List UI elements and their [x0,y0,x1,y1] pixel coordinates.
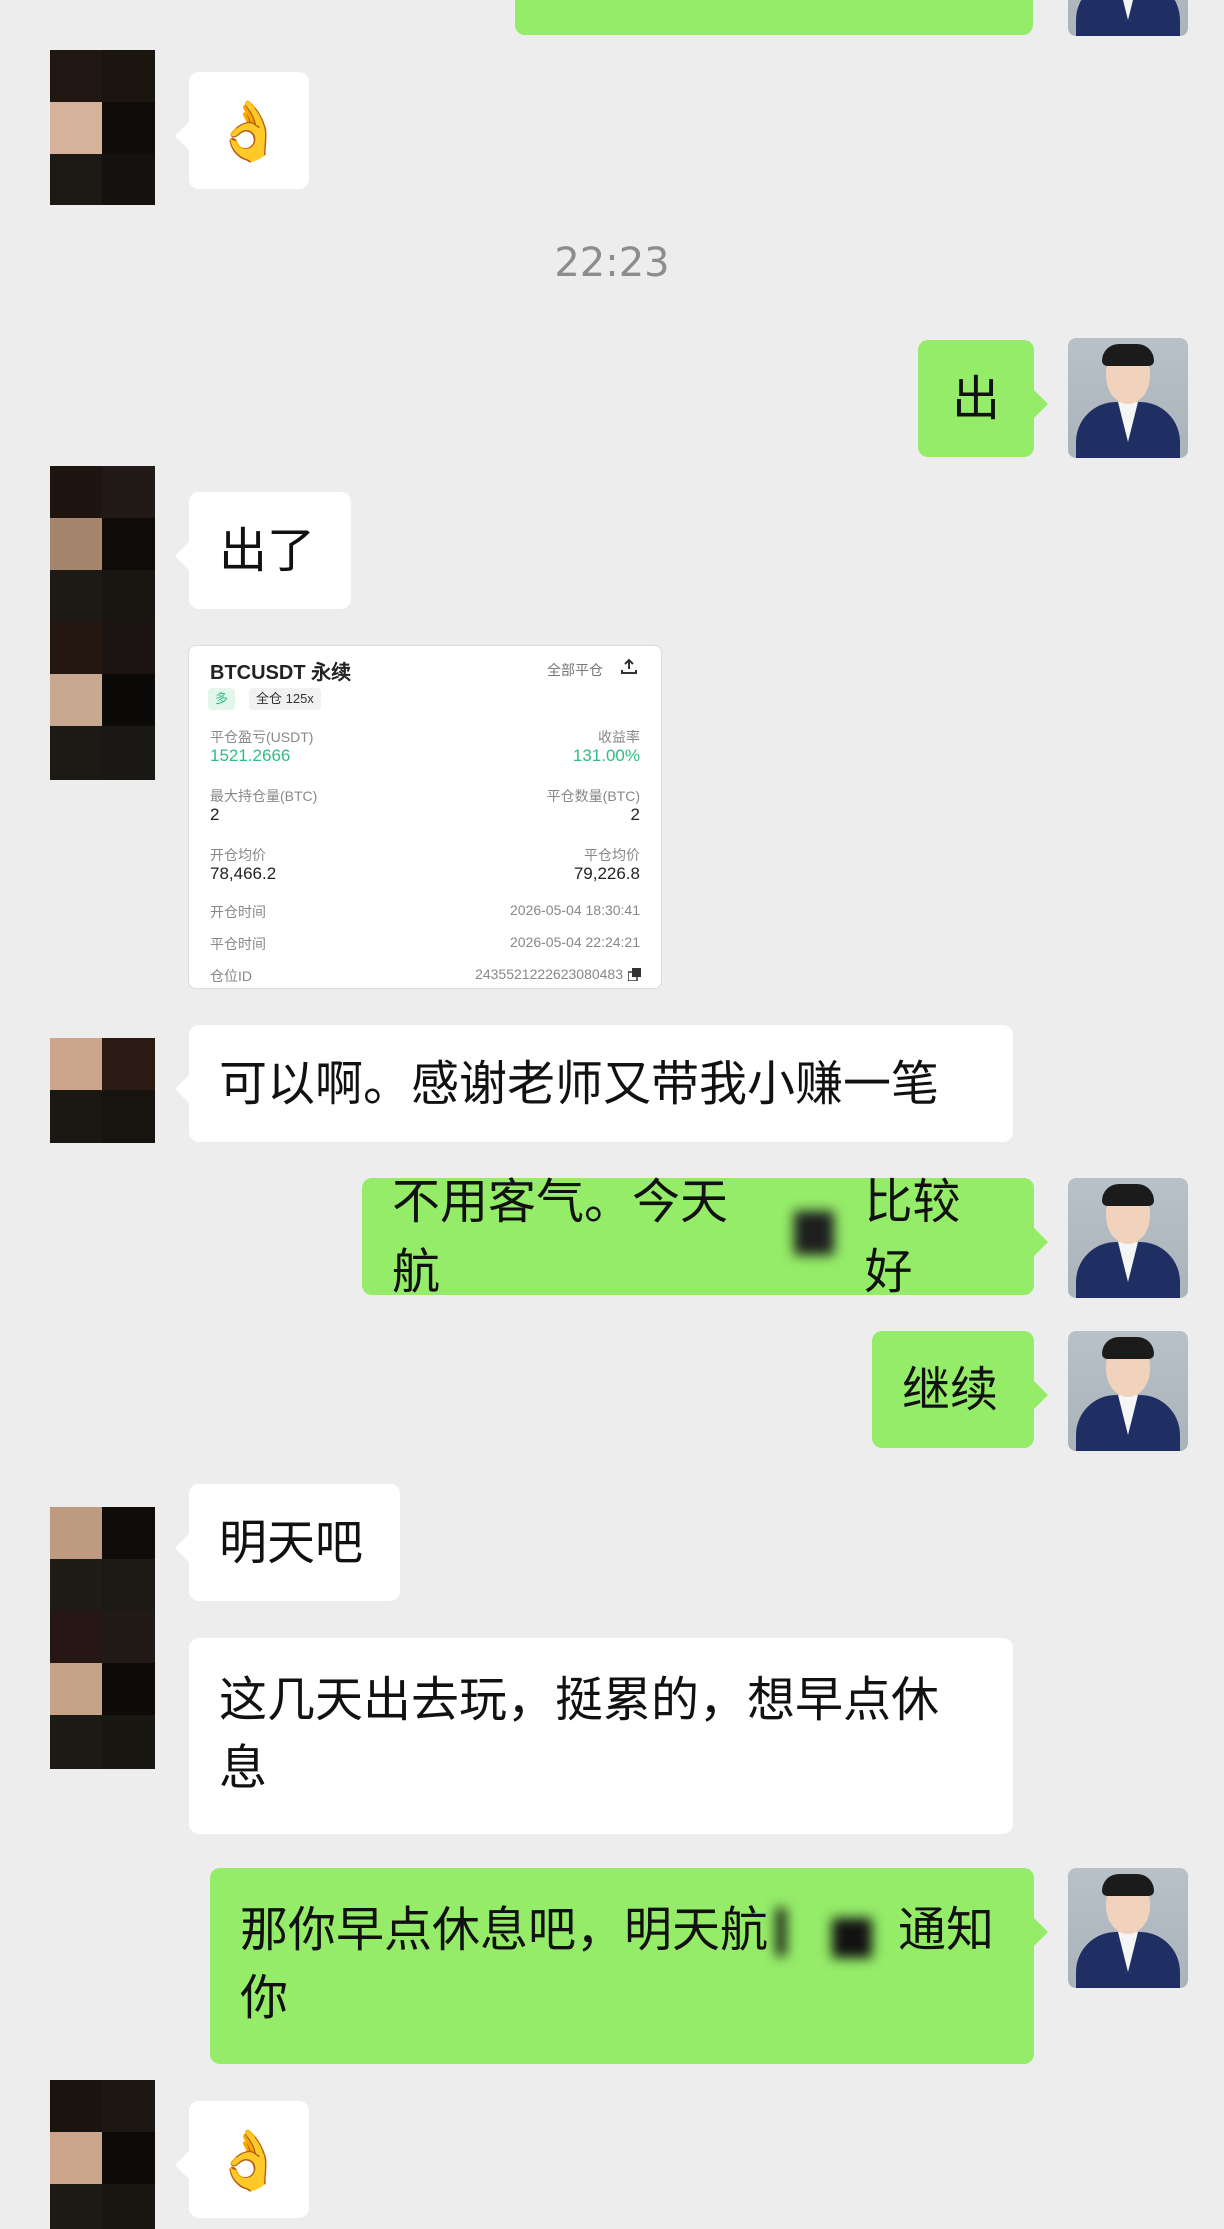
message-bubble-outgoing[interactable]: 不用客气。今天航 比较好 [362,1174,1048,1300]
roi-label: 收益率 [598,729,640,745]
avatar-self[interactable] [1068,1331,1188,1451]
close-time-value: 2026-05-04 22:24:21 [510,934,640,950]
message-bubble-outgoing[interactable]: 那你早点休息吧，明天航 通知 你 [210,1868,1048,2064]
message-bubble-incoming[interactable]: 👌 [175,72,309,189]
avatar-self[interactable] [1068,1868,1188,1988]
message-text: 那你早点休息吧，明天航 [240,1902,769,1958]
close-avg-value: 79,226.8 [573,864,640,883]
redacted-text [764,1207,865,1267]
avatar-contact[interactable] [50,1038,155,1143]
close-qty-value: 2 [630,805,640,824]
message-bubble-incoming[interactable]: 这几天出去玩，挺累的，想早点休 息 [189,1638,1013,1834]
tag-margin: 全仓 125x [249,688,321,710]
message-bubble-incoming[interactable]: 👌 [175,2101,309,2218]
close-avg-label: 平仓均价 [584,847,640,863]
roi-value: 131.00% [572,746,640,765]
message-text: 不用客气。今天航 [392,1173,729,1300]
message-text: 通知 [898,1902,995,1958]
open-time-value: 2026-05-04 18:30:41 [510,902,640,918]
card-title: BTCUSDT 永续 [210,662,352,684]
avatar-contact[interactable] [50,466,155,780]
trade-screenshot-card[interactable]: BTCUSDT 永续 全部平仓 多 全仓 125x 平仓盈亏(USDT) 152… [188,645,662,989]
open-avg-label: 开仓均价 [210,847,266,863]
message-bubble-outgoing[interactable]: 出 [918,340,1048,457]
message-timestamp: 22:23 [554,240,670,286]
message-line: 那你早点休息吧，明天航 通知 [240,1896,994,1964]
message-text-line: 这几天出去玩，挺累的，想早点休 [219,1672,940,1728]
ok-hand-emoji: 👌 [212,2125,286,2194]
pnl-label: 平仓盈亏(USDT) [210,729,314,745]
message-text: 比较好 [864,1173,961,1300]
avatar-contact[interactable] [50,2080,155,2229]
position-id-label: 仓位ID [210,968,252,984]
avatar-self[interactable] [1068,338,1188,458]
open-time-label: 开仓时间 [210,904,266,920]
open-avg-value: 78,466.2 [210,864,277,883]
message-text: 明天吧 [219,1514,364,1571]
close-all-label: 全部平仓 [547,662,603,678]
message-text-line: 你 [240,1970,289,2026]
close-time-label: 平仓时间 [210,936,266,952]
message-bubble-outgoing[interactable]: 继续 [872,1331,1048,1448]
pnl-value: 1521.2666 [210,746,291,765]
share-icon [619,656,639,681]
message-bubble-incoming[interactable]: 可以啊。感谢老师又带我小赚一笔 [175,1025,1013,1142]
tag-long: 多 [208,688,236,710]
position-id-value: 2435521222623080483 [475,966,623,982]
copy-icon[interactable] [627,968,641,986]
message-text: 出了 [219,522,316,579]
message-text: 继续 [902,1361,999,1418]
message-bubble-incoming[interactable]: 出了 [175,492,351,609]
avatar-contact[interactable] [50,50,155,205]
message-text-line: 息 [219,1740,268,1796]
close-qty-label: 平仓数量(BTC) [546,788,640,804]
max-position-label: 最大持仓量(BTC) [210,788,318,804]
redacted-text [768,1900,898,1960]
avatar-contact[interactable] [50,1507,155,1769]
message-text: 出 [951,370,1000,427]
message-text: 可以啊。感谢老师又带我小赚一笔 [219,1055,940,1112]
max-position-value: 2 [210,805,220,824]
avatar-self[interactable] [1068,1178,1188,1298]
message-bubble-outgoing-partial[interactable] [515,0,1033,35]
ok-hand-emoji: 👌 [212,96,286,165]
message-bubble-incoming[interactable]: 明天吧 [175,1484,400,1601]
avatar-self[interactable] [1068,0,1188,36]
